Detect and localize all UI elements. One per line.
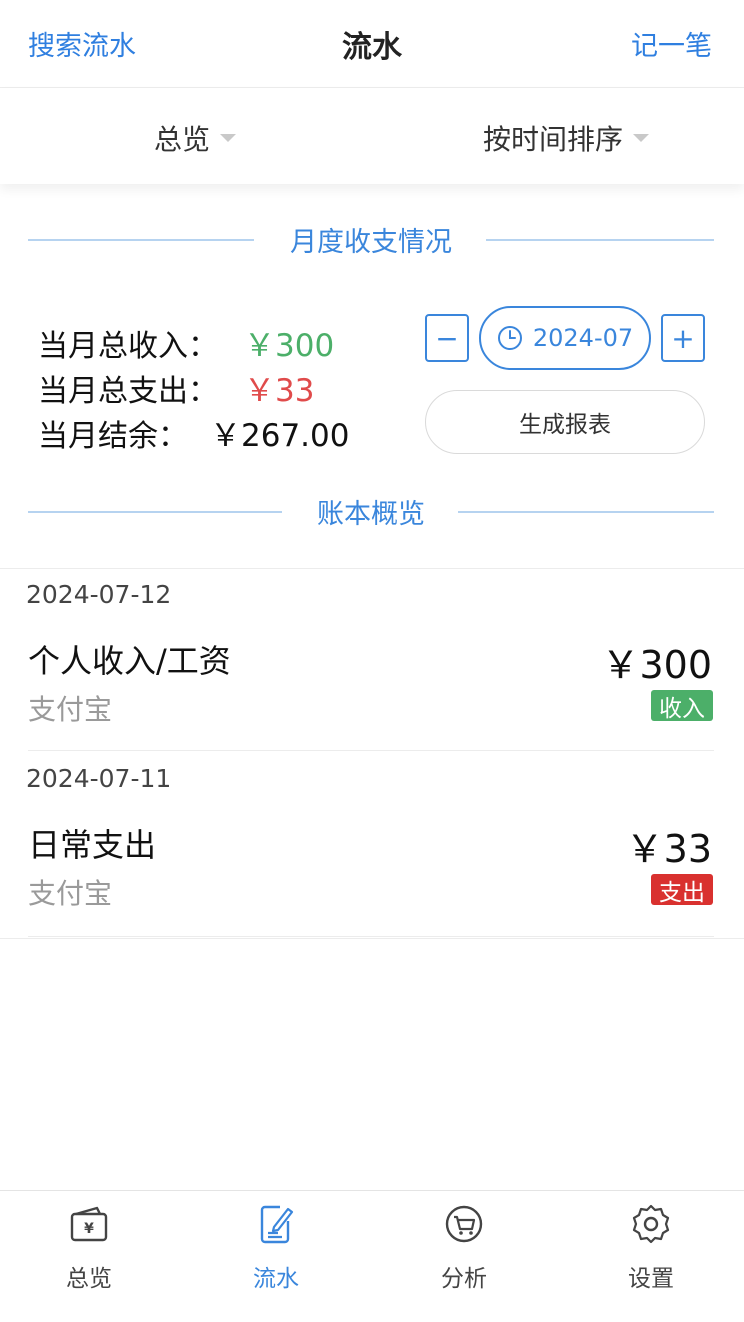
list-divider (28, 936, 714, 937)
entry-date: 2024-07-11 (26, 764, 172, 793)
income-badge: 收入 (651, 690, 713, 722)
monthly-expense-row: 当月总支出： ￥33 (38, 365, 314, 410)
tab-flow[interactable]: 流水 (216, 1203, 336, 1293)
expense-value: ￥33 (244, 373, 315, 409)
page: 搜索流水 流水 记一笔 总览 按时间排序 月度收支情况 当月总收入： ￥300 … (0, 0, 744, 1322)
overview-filter-label: 总览 (154, 123, 211, 156)
list-divider (28, 750, 714, 751)
tab-overview[interactable]: ¥ 总览 (29, 1203, 149, 1293)
bottom-tab-bar: ¥ 总览 流水 分析 设置 (0, 1190, 744, 1322)
expense-label: 当月总支出： (38, 374, 218, 409)
caret-down-icon (633, 134, 650, 142)
add-record-link[interactable]: 记一笔 (631, 24, 712, 63)
entry-amount: ￥33 (625, 827, 712, 871)
entry-amount: ￥300 (601, 643, 712, 687)
tab-analysis[interactable]: 分析 (404, 1203, 524, 1293)
divider-line (458, 511, 714, 513)
generate-report-button[interactable]: 生成报表 (425, 390, 705, 454)
cart-icon (445, 1205, 483, 1243)
tab-settings-label: 设置 (628, 1266, 674, 1292)
filter-bar: 总览 按时间排序 (0, 88, 744, 184)
clock-icon (497, 326, 522, 350)
caret-down-icon (220, 134, 237, 142)
tab-analysis-label: 分析 (441, 1266, 487, 1292)
entry-category: 个人收入/工资 (28, 642, 231, 680)
wallet-icon: ¥ (70, 1206, 108, 1242)
gear-icon (632, 1204, 670, 1244)
svg-text:¥: ¥ (84, 1221, 94, 1237)
edit-document-icon (260, 1205, 294, 1244)
list-divider (0, 568, 744, 569)
top-nav-bar: 搜索流水 流水 记一笔 (0, 0, 744, 88)
tab-overview-label: 总览 (66, 1266, 112, 1292)
overview-filter-dropdown[interactable]: 总览 (154, 118, 237, 158)
previous-month-button[interactable]: − (425, 314, 469, 362)
tab-settings[interactable]: 设置 (591, 1203, 711, 1293)
expense-badge: 支出 (651, 874, 713, 906)
income-label: 当月总收入： (38, 329, 218, 364)
ledger-section-title: 账本概览 (28, 492, 714, 532)
list-divider (0, 938, 744, 939)
next-month-button[interactable]: + (661, 314, 705, 362)
monthly-income-row: 当月总收入： ￥300 (38, 320, 334, 365)
monthly-balance-row: 当月结余： ￥267.00 (38, 410, 349, 455)
entry-date: 2024-07-12 (26, 580, 172, 609)
divider-line (486, 239, 714, 241)
sort-dropdown[interactable]: 按时间排序 (483, 118, 650, 158)
income-value: ￥300 (244, 328, 335, 364)
tab-flow-label: 流水 (253, 1266, 299, 1292)
month-picker[interactable]: 2024-07 (479, 306, 651, 370)
sort-label: 按时间排序 (483, 123, 624, 156)
entry-category: 日常支出 (28, 826, 157, 864)
monthly-section-title: 月度收支情况 (28, 220, 714, 260)
entry-account: 支付宝 (28, 877, 113, 910)
entry-account: 支付宝 (28, 693, 113, 726)
current-month: 2024-07 (532, 324, 634, 352)
balance-value: ￥267.00 (210, 418, 350, 454)
